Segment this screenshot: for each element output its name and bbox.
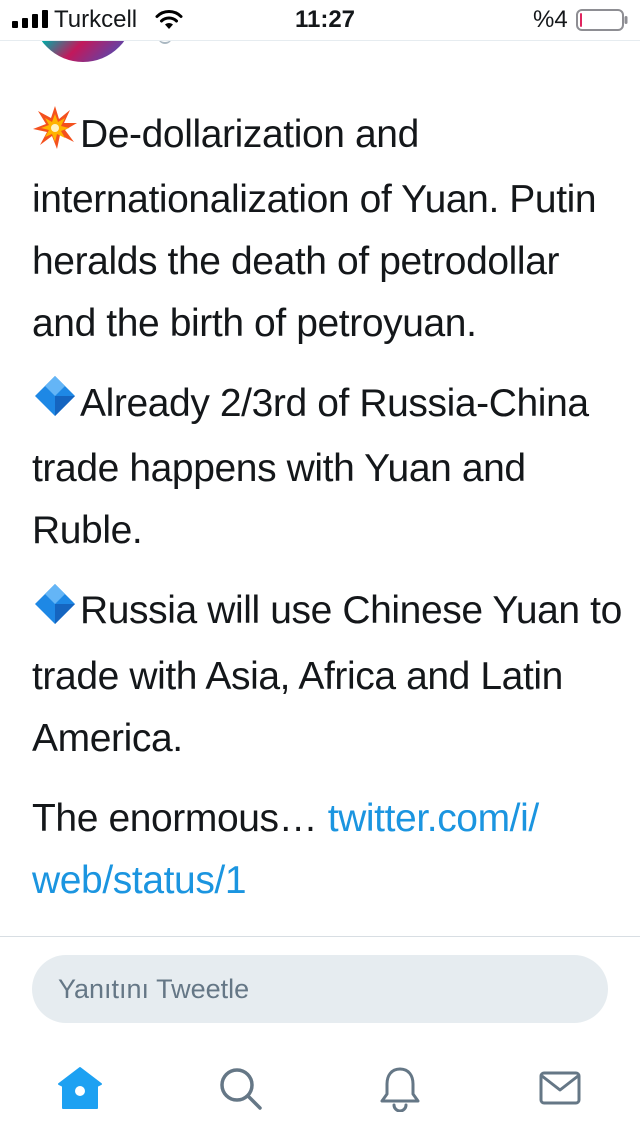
- tweet-paragraph-text: Russia will use Chinese Yuan to trade wi…: [32, 589, 622, 760]
- tweet-paragraph-text: Already 2/3rd of Russia-China trade happ…: [32, 382, 589, 553]
- truncated-text: The enormous…: [32, 796, 318, 840]
- reply-bar: Yanıtını Tweetle: [0, 936, 640, 1045]
- tweet-paragraph: Russia will use Chinese Yuan to trade wi…: [32, 580, 622, 769]
- tab-search[interactable]: [216, 1064, 264, 1112]
- home-icon: [58, 1067, 102, 1109]
- status-time: 11:27: [294, 6, 356, 33]
- signal-icon: [12, 10, 48, 28]
- messages-icon: [539, 1071, 581, 1105]
- status-bar: Turkcell 11:27 %4: [0, 0, 640, 41]
- battery-icon: [576, 9, 628, 31]
- tweet-scroll-area[interactable]: De-dollarization and internationalizatio…: [0, 0, 640, 936]
- tweet-detail-screen: De-dollarization and internationalizatio…: [0, 0, 640, 1136]
- tweet-paragraph: De-dollarization and internationalizatio…: [32, 104, 622, 355]
- search-icon: [220, 1068, 262, 1110]
- reply-placeholder: Yanıtını Tweetle: [58, 974, 250, 1004]
- blue-diamond-emoji-icon: [32, 373, 78, 438]
- reply-input[interactable]: Yanıtını Tweetle: [32, 955, 608, 1023]
- notifications-icon: [380, 1067, 420, 1112]
- tweet-paragraph-text: De-dollarization and internationalizatio…: [32, 113, 597, 346]
- tweet-link-part2[interactable]: web/status/1: [32, 859, 247, 902]
- tab-home[interactable]: [56, 1064, 104, 1112]
- tweet-link-part1[interactable]: twitter.com/i/: [328, 797, 540, 840]
- bottom-tab-bar: [0, 1044, 640, 1136]
- carrier-name: Turkcell: [54, 6, 138, 33]
- blue-diamond-emoji-icon: [32, 581, 78, 646]
- wifi-icon: [155, 10, 183, 29]
- battery-percent: %4: [533, 6, 568, 33]
- tab-notifications[interactable]: [376, 1064, 424, 1112]
- tweet-text: De-dollarization and internationalizatio…: [32, 104, 622, 930]
- tab-messages[interactable]: [536, 1064, 584, 1112]
- collision-emoji-icon: [32, 104, 78, 169]
- tweet-paragraph: Already 2/3rd of Russia-China trade happ…: [32, 373, 622, 562]
- tweet-paragraph-truncated: The enormous… twitter.com/i/web/status/1: [32, 788, 622, 912]
